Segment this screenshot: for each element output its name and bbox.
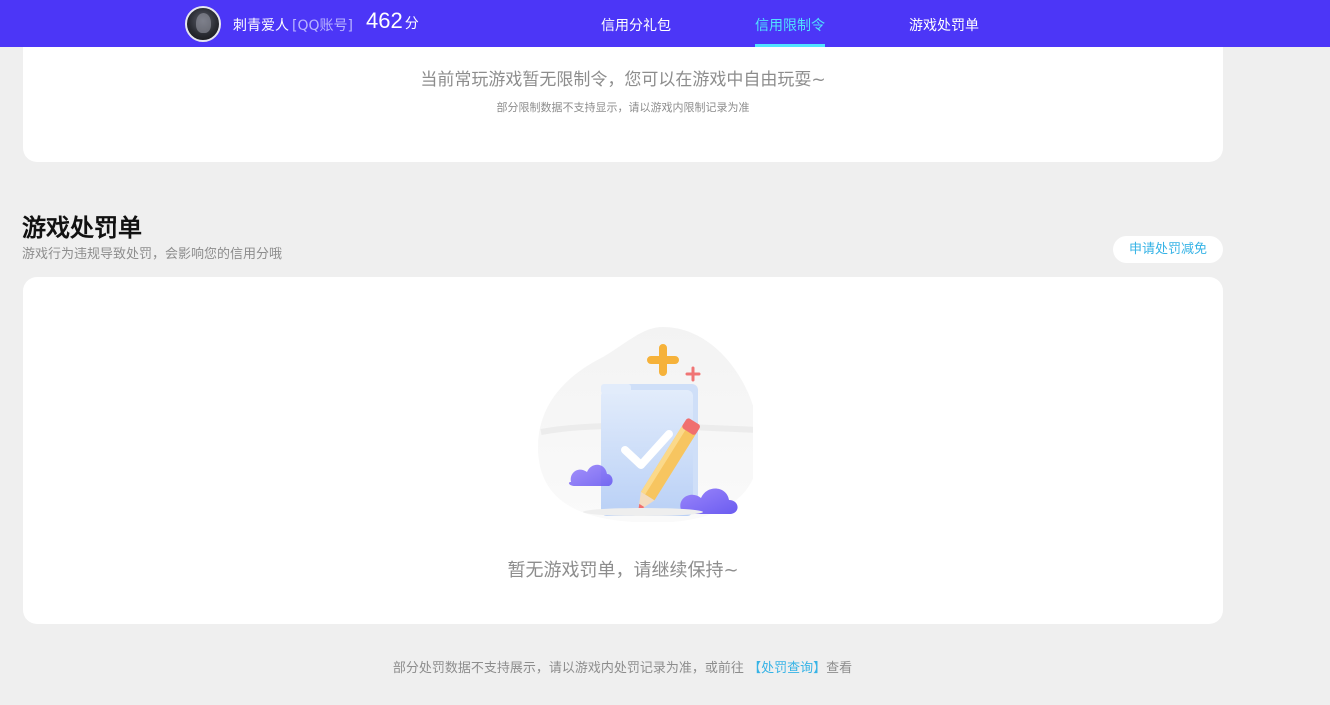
restriction-card: 当前常玩游戏暂无限制令，您可以在游戏中自由玩耍~ 部分限制数据不支持显示，请以游… — [23, 47, 1223, 162]
username: 刺青爱人 — [233, 18, 289, 34]
tab-game-penalty[interactable]: 游戏处罚单 — [909, 15, 979, 35]
score-value: 462 — [366, 8, 403, 33]
empty-penalty-message: 暂无游戏罚单，请继续保持~ — [507, 560, 739, 581]
penalty-query-link[interactable]: 【处罚查询】 — [748, 661, 826, 676]
footer-note-suffix: 查看 — [826, 661, 853, 676]
top-nav-bar: 刺青爱人 [QQ账号] 462 分 信用分礼包 信用限制令 游戏处罚单 — [0, 0, 1330, 47]
footer-note-prefix: 部分处罚数据不支持展示，请以游戏内处罚记录为准，或前往 — [392, 661, 744, 676]
restriction-message: 当前常玩游戏暂无限制令，您可以在游戏中自由玩耍~ — [420, 70, 826, 90]
section-title: 游戏处罚单 — [22, 214, 142, 242]
footer-note: 部分处罚数据不支持展示，请以游戏内处罚记录为准，或前往 【处罚查询】查看 — [0, 657, 1245, 676]
tab-credit-restriction[interactable]: 信用限制令 — [755, 15, 825, 35]
score-unit: 分 — [404, 15, 419, 31]
restriction-note: 部分限制数据不支持显示，请以游戏内限制记录为准 — [496, 101, 750, 114]
avatar[interactable] — [185, 6, 221, 42]
tab-credit-gift[interactable]: 信用分礼包 — [601, 15, 671, 35]
empty-document-check-pencil-icon — [538, 327, 753, 522]
user-info: 刺青爱人 [QQ账号] — [233, 15, 353, 35]
credit-score: 462 分 — [366, 8, 419, 34]
account-type: [QQ账号] — [292, 18, 353, 34]
penalty-card: 暂无游戏罚单，请继续保持~ — [23, 277, 1223, 624]
apply-penalty-reduction-button[interactable]: 申请处罚减免 — [1113, 236, 1223, 263]
section-description: 游戏行为违规导致处罚，会影响您的信用分哦 — [22, 247, 283, 262]
